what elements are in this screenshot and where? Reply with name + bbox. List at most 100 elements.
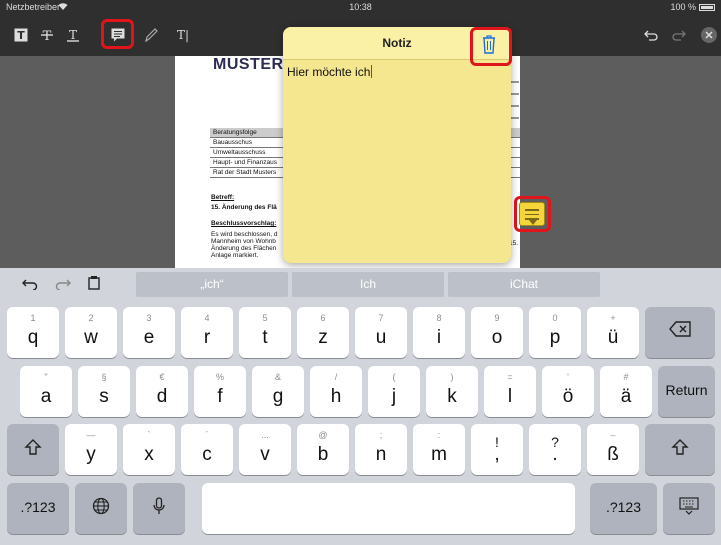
key-q[interactable]: 1q bbox=[7, 307, 59, 358]
key-secondary: # bbox=[623, 372, 629, 382]
subject-text: 15. Änderung des Flä bbox=[211, 204, 277, 211]
key-h[interactable]: / h bbox=[310, 366, 362, 417]
key-f[interactable]: % f bbox=[194, 366, 246, 417]
key-secondary: 4 bbox=[204, 313, 210, 323]
key-primary: j bbox=[391, 386, 397, 407]
key-oe[interactable]: ' ö bbox=[542, 366, 594, 417]
kb-paste-icon[interactable] bbox=[88, 275, 100, 295]
redo-icon[interactable] bbox=[668, 24, 690, 46]
dictation-key[interactable] bbox=[133, 483, 185, 534]
key-l[interactable]: = l bbox=[484, 366, 536, 417]
key-r[interactable]: 4r bbox=[181, 307, 233, 358]
key-primary: v bbox=[260, 444, 270, 465]
numbers-key-right[interactable]: .?123 bbox=[590, 483, 657, 534]
key-u[interactable]: 7u bbox=[355, 307, 407, 358]
key-primary: e bbox=[143, 327, 155, 348]
key-k[interactable]: ) k bbox=[426, 366, 478, 417]
backspace-key[interactable] bbox=[645, 307, 715, 358]
body-line: Es wird beschlossen, d bbox=[211, 231, 278, 238]
status-bar: Netzbetreiber 10:38 100 % bbox=[0, 0, 721, 14]
key-period[interactable]: ?. bbox=[529, 424, 581, 475]
key-a[interactable]: " a bbox=[20, 366, 72, 417]
key-p[interactable]: 0p bbox=[529, 307, 581, 358]
kb-redo-icon[interactable] bbox=[55, 277, 71, 295]
note-text: Hier möchte ich bbox=[287, 65, 371, 79]
key-g[interactable]: & g bbox=[252, 366, 304, 417]
key-primary: r bbox=[203, 327, 211, 348]
body-line: Mannheim von Wohnb bbox=[211, 238, 276, 245]
numbers-key-label: .?123 bbox=[605, 499, 642, 515]
key-z[interactable]: 6z bbox=[297, 307, 349, 358]
key-n[interactable]: ; n bbox=[355, 424, 407, 475]
resolution-label: Beschlussvorschlag: bbox=[211, 220, 277, 227]
globe-key[interactable] bbox=[75, 483, 127, 534]
undo-icon[interactable] bbox=[640, 24, 662, 46]
shift-left-key[interactable] bbox=[7, 424, 59, 475]
key-secondary: ´ bbox=[205, 430, 209, 440]
key-primary: m bbox=[431, 444, 447, 465]
shift-right-key[interactable] bbox=[645, 424, 715, 475]
hide-keyboard-key[interactable] bbox=[663, 483, 715, 534]
kb-undo-icon[interactable] bbox=[22, 277, 38, 295]
key-s[interactable]: § s bbox=[78, 366, 130, 417]
strikethrough-tool-icon[interactable]: T bbox=[36, 24, 58, 46]
key-e[interactable]: 3e bbox=[123, 307, 175, 358]
note-text-area[interactable]: Hier möchte ich bbox=[287, 65, 507, 79]
key-j[interactable]: (j bbox=[368, 366, 420, 417]
suggestion-3[interactable]: iChat bbox=[448, 272, 600, 297]
body-line: Anlage markiert. bbox=[211, 252, 259, 259]
key-primary: d bbox=[156, 386, 168, 407]
key-primary: x bbox=[144, 444, 154, 465]
textbox-tool-icon[interactable]: T| bbox=[172, 24, 194, 46]
subject-label: Betreff: bbox=[211, 194, 235, 201]
key-primary: w bbox=[84, 327, 98, 348]
key-ue[interactable]: + ü bbox=[587, 307, 639, 358]
key-secondary: + bbox=[610, 313, 616, 323]
shift-icon bbox=[645, 438, 715, 456]
key-primary: l bbox=[507, 386, 513, 407]
key-primary: u bbox=[375, 327, 387, 348]
key-comma[interactable]: !, bbox=[471, 424, 523, 475]
numbers-key-left[interactable]: .?123 bbox=[7, 483, 69, 534]
key-primary: i bbox=[436, 327, 442, 348]
key-o[interactable]: 9o bbox=[471, 307, 523, 358]
close-icon[interactable] bbox=[700, 26, 718, 44]
key-m[interactable]: :m bbox=[413, 424, 465, 475]
key-w[interactable]: 2w bbox=[65, 307, 117, 358]
text-caret bbox=[371, 65, 373, 78]
key-primary: . bbox=[552, 444, 558, 465]
key-secondary: § bbox=[101, 372, 107, 382]
text-highlight-tool-icon[interactable]: T bbox=[10, 24, 32, 46]
key-i[interactable]: 8i bbox=[413, 307, 465, 358]
textbox-tool-label: T| bbox=[176, 28, 190, 42]
return-key[interactable]: Return bbox=[658, 366, 715, 417]
return-key-label: Return bbox=[665, 382, 708, 398]
key-d[interactable]: € d bbox=[136, 366, 188, 417]
key-ae[interactable]: # ä bbox=[600, 366, 652, 417]
pen-tool-icon[interactable] bbox=[140, 24, 162, 46]
battery-percent: 100 % bbox=[670, 2, 696, 12]
key-y[interactable]: — y bbox=[65, 424, 117, 475]
key-secondary: ` bbox=[147, 430, 151, 440]
key-sz[interactable]: – ß bbox=[587, 424, 639, 475]
space-key[interactable] bbox=[202, 483, 575, 534]
suggestion-1[interactable]: „ich“ bbox=[136, 272, 288, 297]
key-t[interactable]: 5t bbox=[239, 307, 291, 358]
key-x[interactable]: ` x bbox=[123, 424, 175, 475]
suggestion-2[interactable]: Ich bbox=[292, 272, 444, 297]
keyboard-hide-icon bbox=[663, 497, 715, 515]
key-secondary: : bbox=[437, 430, 441, 440]
key-primary: a bbox=[40, 386, 52, 407]
key-secondary: 5 bbox=[262, 313, 268, 323]
key-secondary: 6 bbox=[320, 313, 326, 323]
key-c[interactable]: ´ c bbox=[181, 424, 233, 475]
key-secondary: 0 bbox=[552, 313, 558, 323]
underline-tool-icon[interactable]: T bbox=[62, 24, 84, 46]
microphone-icon bbox=[133, 497, 185, 515]
key-secondary: — bbox=[86, 430, 96, 440]
key-secondary: & bbox=[274, 372, 281, 382]
key-b[interactable]: @ b bbox=[297, 424, 349, 475]
onscreen-keyboard: „ich“ Ich iChat 1q 2w 3e 4r 5t 6z 7u 8i … bbox=[0, 268, 721, 545]
key-secondary: @ bbox=[318, 430, 328, 440]
key-v[interactable]: ... v bbox=[239, 424, 291, 475]
